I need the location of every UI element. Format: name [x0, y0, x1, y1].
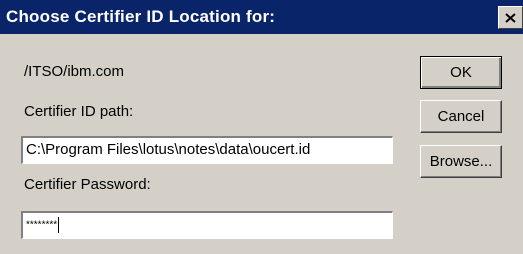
cancel-button[interactable]: Cancel — [420, 100, 502, 133]
certifier-password-label: Certifier Password: — [24, 176, 151, 193]
password-mask: ******** — [26, 219, 58, 231]
browse-button-label: Browse... — [429, 153, 493, 170]
certifier-dialog: Choose Certifier ID Location for: /ITSO/… — [0, 0, 523, 254]
org-name-label: /ITSO/ibm.com — [24, 63, 125, 80]
ok-button[interactable]: OK — [420, 56, 502, 89]
ok-button-label: OK — [450, 64, 472, 81]
certifier-path-input[interactable]: C:\Program Files\lotus\notes\data\oucert… — [21, 136, 393, 164]
dialog-title: Choose Certifier ID Location for: — [6, 7, 276, 26]
text-caret — [58, 217, 60, 234]
cancel-button-label: Cancel — [437, 108, 485, 125]
close-icon — [505, 12, 516, 23]
certifier-path-value: C:\Program Files\lotus\notes\data\oucert… — [26, 141, 311, 158]
browse-button[interactable]: Browse... — [420, 145, 502, 178]
certifier-password-input[interactable]: ******** — [21, 211, 393, 239]
certifier-path-label: Certifier ID path: — [24, 103, 134, 120]
close-button[interactable] — [498, 6, 523, 29]
title-bar[interactable]: Choose Certifier ID Location for: — [0, 0, 523, 34]
